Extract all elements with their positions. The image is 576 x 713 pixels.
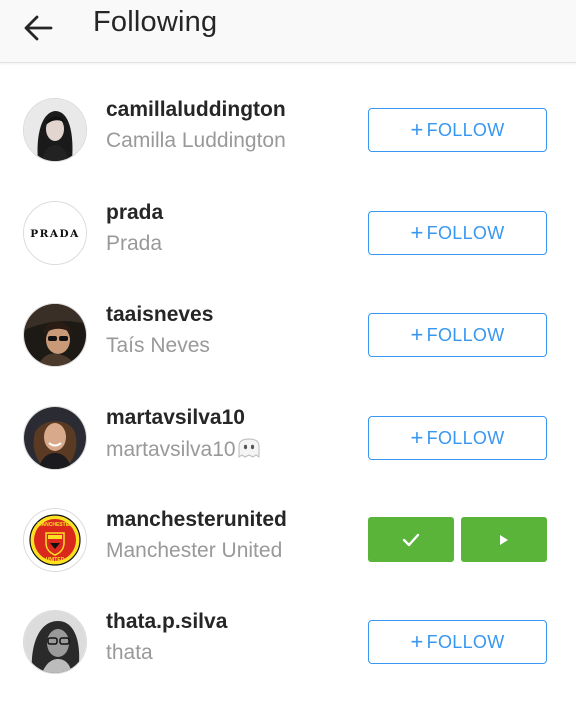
list-item[interactable]: martavsilva10 martavsilva10 + FOLLOW (0, 406, 576, 509)
avatar[interactable] (23, 406, 87, 470)
username[interactable]: manchesterunited (106, 508, 287, 532)
back-arrow-icon (24, 15, 53, 41)
suggestions-button[interactable] (461, 517, 547, 562)
ghost-emoji-icon (238, 438, 260, 458)
full-name: thata (106, 641, 153, 664)
crest-top-text: MANCHESTER (37, 522, 73, 528)
follow-label: FOLLOW (426, 324, 505, 345)
back-button[interactable] (18, 8, 58, 48)
full-name-text: martavsilva10 (106, 438, 236, 461)
avatar[interactable]: PRADA (23, 201, 87, 265)
username[interactable]: martavsilva10 (106, 406, 245, 430)
following-button[interactable] (368, 517, 454, 562)
list-item[interactable]: taaisneves Taís Neves + FOLLOW (0, 303, 576, 406)
follow-label: FOLLOW (426, 222, 505, 243)
list-item[interactable]: PRADA prada Prada + FOLLOW (0, 201, 576, 304)
follow-label: FOLLOW (426, 631, 505, 652)
follow-button[interactable]: + FOLLOW (368, 620, 547, 664)
plus-icon: + (410, 425, 424, 450)
plus-icon: + (410, 322, 424, 347)
plus-icon: + (410, 117, 424, 142)
full-name: Prada (106, 232, 163, 255)
username[interactable]: taaisneves (106, 303, 213, 327)
follow-label: FOLLOW (426, 427, 505, 448)
avatar[interactable] (23, 610, 87, 674)
crest-bottom-text: UNITED (46, 557, 65, 563)
username[interactable]: camillaluddington (106, 98, 286, 122)
follow-button[interactable]: + FOLLOW (368, 313, 547, 357)
avatar[interactable] (23, 98, 87, 162)
plus-icon: + (410, 220, 424, 245)
username[interactable]: thata.p.silva (106, 610, 227, 634)
list-item[interactable]: thata.p.silva thata + FOLLOW (0, 610, 576, 713)
page-title: Following (93, 6, 218, 38)
manchester-united-crest-icon: MANCHESTER UNITED (24, 509, 86, 571)
list-item[interactable]: camillaluddington Camilla Luddington + F… (0, 98, 576, 201)
play-triangle-icon (500, 534, 508, 545)
full-name: Taís Neves (106, 334, 210, 357)
follow-button[interactable]: + FOLLOW (368, 416, 547, 460)
follow-button[interactable]: + FOLLOW (368, 211, 547, 255)
full-name: martavsilva10 (106, 437, 261, 462)
list-item[interactable]: MANCHESTER UNITED manchesterunited Manch… (0, 508, 576, 611)
follow-button[interactable]: + FOLLOW (368, 108, 547, 152)
prada-logo-text: PRADA (30, 228, 80, 240)
plus-icon: + (410, 629, 424, 654)
full-name: Manchester United (106, 539, 283, 562)
full-name: Camilla Luddington (106, 129, 286, 152)
follow-label: FOLLOW (426, 119, 505, 140)
checkmark-icon (402, 533, 420, 546)
top-app-bar: Following (0, 0, 576, 63)
username[interactable]: prada (106, 201, 163, 225)
avatar[interactable] (23, 303, 87, 367)
avatar[interactable]: MANCHESTER UNITED (23, 508, 87, 572)
